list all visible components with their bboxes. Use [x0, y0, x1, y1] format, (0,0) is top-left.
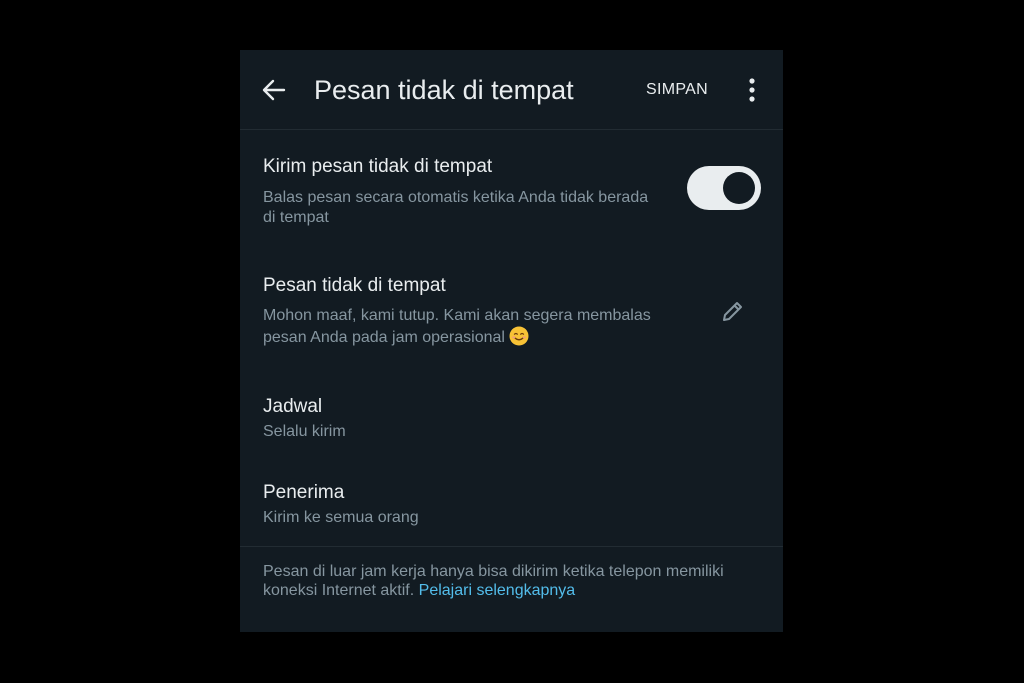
- recipients-row[interactable]: Penerima Kirim ke semua orang: [240, 472, 783, 538]
- away-message-settings-screen: Pesan tidak di tempat SIMPAN Kirim pesan…: [240, 50, 783, 632]
- away-toggle-title: Kirim pesan tidak di tempat: [263, 156, 493, 177]
- pencil-icon[interactable]: [718, 298, 746, 326]
- recipients-value: Kirim ke semua orang: [263, 509, 419, 526]
- back-arrow-icon[interactable]: [260, 76, 288, 104]
- schedule-title: Jadwal: [263, 396, 323, 417]
- away-toggle-subtitle: Balas pesan secara otomatis ketika Anda …: [263, 189, 649, 226]
- footer-note: Pesan di luar jam kerja hanya bisa dikir…: [263, 562, 743, 600]
- divider: [240, 546, 783, 547]
- learn-more-link[interactable]: Pelajari selengkapnya: [419, 582, 576, 599]
- schedule-row[interactable]: Jadwal Selalu kirim: [240, 386, 783, 452]
- save-button[interactable]: SIMPAN: [646, 80, 708, 100]
- schedule-value: Selalu kirim: [263, 423, 346, 440]
- recipients-title: Penerima: [263, 482, 345, 503]
- away-message-text: Mohon maaf, kami tutup. Kami akan segera…: [263, 306, 683, 348]
- away-message-title: Pesan tidak di tempat: [263, 275, 446, 296]
- app-bar: Pesan tidak di tempat SIMPAN: [240, 50, 783, 130]
- away-toggle-switch[interactable]: [687, 166, 761, 210]
- away-message-body: Mohon maaf, kami tutup. Kami akan segera…: [263, 307, 651, 346]
- smiling-face-emoji-icon: [509, 326, 529, 346]
- toggle-knob: [723, 172, 755, 204]
- more-vertical-icon[interactable]: [740, 77, 764, 103]
- page-title: Pesan tidak di tempat: [314, 75, 574, 105]
- away-message-row[interactable]: Pesan tidak di tempat Mohon maaf, kami t…: [240, 266, 783, 366]
